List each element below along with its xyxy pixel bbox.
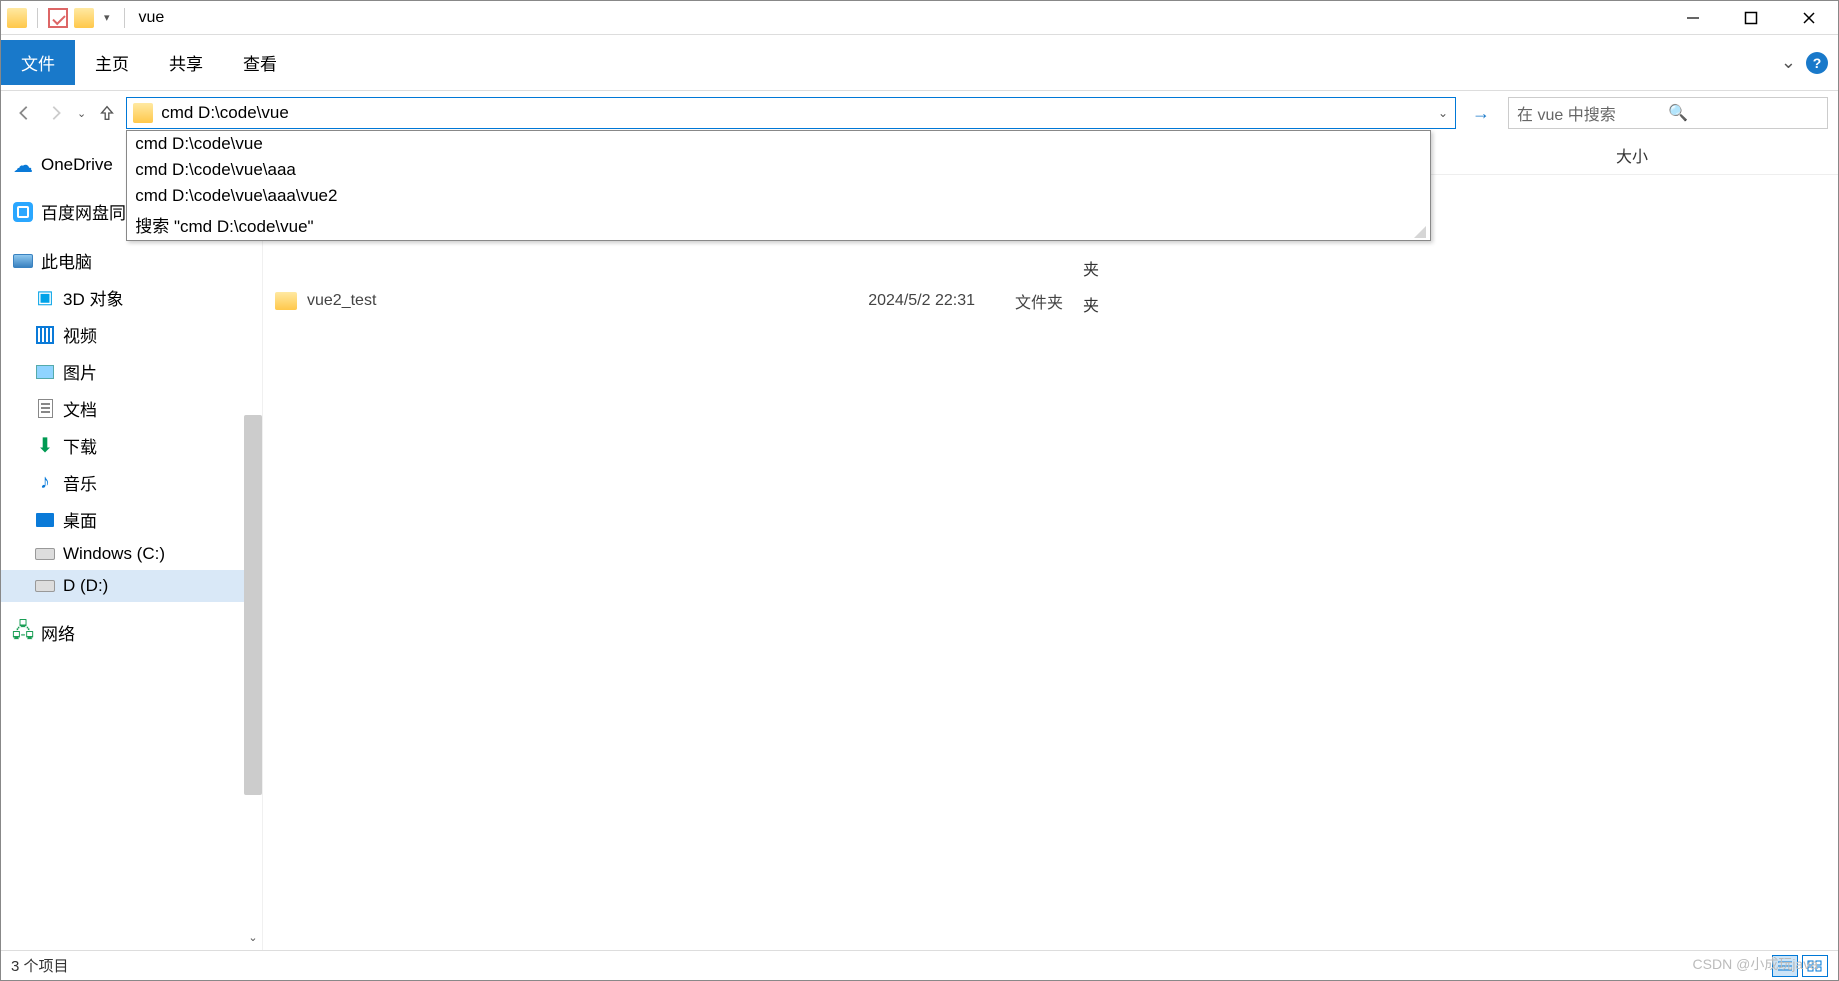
cube-icon: ▣ [35, 288, 55, 308]
file-list[interactable]: 夹 夹 夹 vue2_test 2024/5/2 22:31 文件夹 [263, 175, 1838, 950]
sidebar-item-pictures[interactable]: 图片 [1, 353, 262, 390]
sidebar-item-desktop[interactable]: 桌面 [1, 501, 262, 538]
explorer-window: ▾ vue 文件 主页 共享 查看 ⌄ ? ⌄ ⌄ cmd [0, 0, 1839, 981]
close-button[interactable] [1780, 1, 1838, 35]
sidebar-item-label: OneDrive [41, 155, 113, 175]
back-button[interactable] [11, 95, 37, 131]
sidebar-item-3d[interactable]: ▣ 3D 对象 [1, 279, 262, 316]
item-count: 3 个项目 [11, 955, 69, 976]
sidebar-item-thispc[interactable]: 此电脑 [1, 242, 262, 279]
address-bar[interactable]: ⌄ cmd D:\code\vue cmd D:\code\vue\aaa cm… [126, 97, 1456, 129]
suggestion-item[interactable]: cmd D:\code\vue [127, 131, 1430, 157]
baidu-icon [13, 202, 33, 222]
document-icon [35, 399, 55, 419]
up-button[interactable] [94, 95, 120, 131]
ribbon: 文件 主页 共享 查看 ⌄ ? [1, 35, 1838, 91]
suggestion-item[interactable]: cmd D:\code\vue\aaa\vue2 [127, 183, 1430, 209]
status-bar: 3 个项目 [1, 950, 1838, 980]
sidebar-item-documents[interactable]: 文档 [1, 390, 262, 427]
sidebar-item-label: 文档 [63, 396, 97, 421]
recent-locations-icon[interactable]: ⌄ [75, 107, 88, 120]
music-icon: ♪ [35, 473, 55, 493]
address-suggestions: cmd D:\code\vue cmd D:\code\vue\aaa cmd … [126, 130, 1431, 241]
ribbon-help-area: ⌄ ? [1781, 52, 1828, 74]
separator [37, 8, 38, 28]
sidebar-item-downloads[interactable]: ⬇ 下载 [1, 427, 262, 464]
suggestion-item[interactable]: cmd D:\code\vue\aaa [127, 157, 1430, 183]
content-pane: 大小 夹 夹 夹 vue2_test 2024/5/2 22:31 文件夹 [263, 135, 1838, 950]
sidebar-item-label: 3D 对象 [63, 285, 123, 310]
go-button[interactable]: → [1466, 97, 1496, 129]
sidebar-item-label: 图片 [63, 359, 97, 384]
navigation-bar: ⌄ ⌄ cmd D:\code\vue cmd D:\code\vue\aaa … [1, 91, 1838, 135]
video-icon [35, 325, 55, 345]
resize-grip-icon[interactable] [1412, 224, 1426, 238]
sidebar-item-label: 此电脑 [41, 248, 92, 273]
search-icon[interactable]: 🔍 [1668, 103, 1819, 123]
view-large-icons-button[interactable] [1802, 955, 1828, 977]
pc-icon [13, 251, 33, 271]
sidebar-item-label: Windows (C:) [63, 544, 165, 564]
sidebar-item-label: D (D:) [63, 576, 108, 596]
window-controls [1664, 1, 1838, 35]
sidebar-item-label: 桌面 [63, 507, 97, 532]
sidebar-item-cdrive[interactable]: Windows (C:) [1, 538, 262, 570]
sidebar-item-label: 视频 [63, 322, 97, 347]
separator [124, 8, 125, 28]
sidebar-item-video[interactable]: 视频 [1, 316, 262, 353]
explorer-body: ☁OneDrive 百度网盘同步空 此电脑 ▣3D 对象 视频 图片 文档 ⬇下… [1, 135, 1838, 950]
address-dropdown-icon[interactable]: ⌄ [1431, 106, 1455, 120]
drive-icon [35, 576, 55, 596]
title-bar: ▾ vue [1, 1, 1838, 35]
folder-icon [133, 103, 153, 123]
sidebar-item-label: 音乐 [63, 470, 97, 495]
file-name: vue2_test [307, 292, 376, 310]
drive-icon [35, 544, 55, 564]
desktop-icon [35, 510, 55, 530]
sidebar-item-label: 下载 [63, 433, 97, 458]
expand-ribbon-icon[interactable]: ⌄ [1781, 52, 1796, 73]
folder-icon [7, 8, 27, 28]
sidebar-item-music[interactable]: ♪ 音乐 [1, 464, 262, 501]
tab-share[interactable]: 共享 [149, 40, 223, 85]
tab-view[interactable]: 查看 [223, 40, 297, 85]
column-size[interactable]: 大小 [1616, 143, 1648, 167]
maximize-button[interactable] [1722, 1, 1780, 35]
file-row[interactable]: vue2_test 2024/5/2 22:31 文件夹 [263, 285, 1838, 317]
help-icon[interactable]: ? [1806, 52, 1828, 74]
properties-icon[interactable] [48, 8, 68, 28]
picture-icon [35, 362, 55, 382]
tab-file[interactable]: 文件 [1, 40, 75, 85]
address-input[interactable] [159, 98, 1431, 128]
new-folder-icon[interactable] [74, 8, 94, 28]
download-icon: ⬇ [35, 436, 55, 456]
file-date: 2024/5/2 22:31 [745, 292, 975, 310]
tab-home[interactable]: 主页 [75, 40, 149, 85]
sidebar-item-label: 网络 [41, 620, 75, 645]
search-placeholder: 在 vue 中搜索 [1517, 101, 1668, 125]
window-title: vue [139, 9, 165, 27]
view-details-button[interactable] [1772, 955, 1798, 977]
onedrive-icon: ☁ [13, 155, 33, 175]
scrollbar-down-icon[interactable]: ⌄ [244, 928, 262, 946]
qat-dropdown-icon[interactable]: ▾ [100, 11, 114, 24]
sidebar-item-network[interactable]: 🖧 网络 [1, 614, 262, 651]
sidebar-scrollbar[interactable] [244, 415, 262, 795]
forward-button[interactable] [43, 95, 69, 131]
sidebar-item-ddrive[interactable]: D (D:) [1, 570, 262, 602]
network-icon: 🖧 [13, 623, 33, 643]
suggestion-item-search[interactable]: 搜索 "cmd D:\code\vue" [127, 209, 1430, 240]
navigation-pane: ☁OneDrive 百度网盘同步空 此电脑 ▣3D 对象 视频 图片 文档 ⬇下… [1, 135, 263, 950]
quick-access-toolbar: ▾ [1, 8, 129, 28]
folder-icon [275, 292, 297, 310]
minimize-button[interactable] [1664, 1, 1722, 35]
search-box[interactable]: 在 vue 中搜索 🔍 [1508, 97, 1828, 129]
